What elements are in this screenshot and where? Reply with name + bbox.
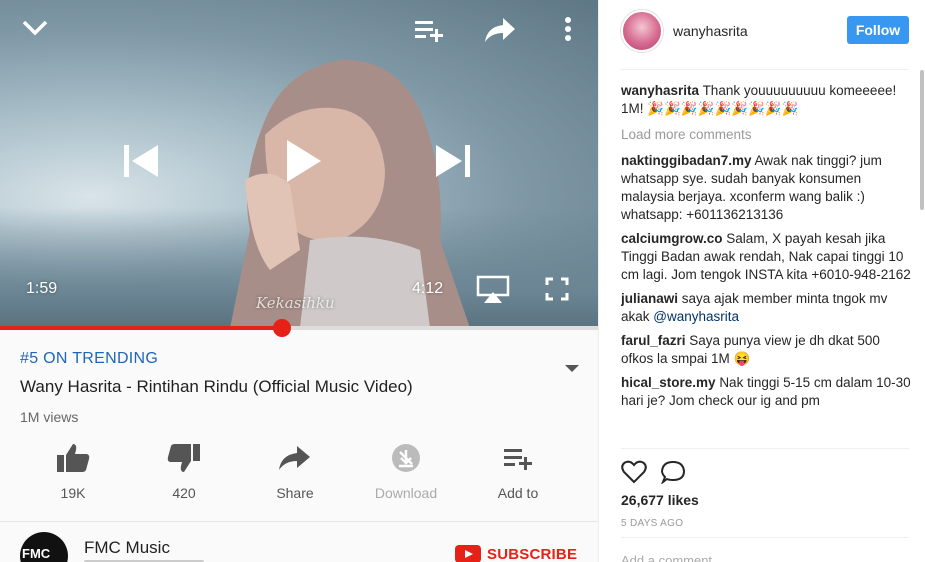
expand-description-icon[interactable] xyxy=(564,361,580,379)
share-icon xyxy=(240,440,350,476)
comment-item: farul_fazri Saya punya view je dh dkat 5… xyxy=(621,332,911,368)
divider xyxy=(621,69,909,70)
add-to-label: Add to xyxy=(497,485,539,501)
add-to-playlist-icon xyxy=(463,440,573,476)
scrollbar[interactable] xyxy=(920,70,924,210)
comment-mention[interactable]: @wanyhasrita xyxy=(653,309,739,324)
likes-count[interactable]: 26,677 likes xyxy=(621,492,699,508)
progress-scrubber[interactable] xyxy=(273,319,292,337)
add-comment-input[interactable]: Add a comment... xyxy=(621,553,723,562)
instagram-panel: wanyhasrita Follow wanyhasrita Thank you… xyxy=(598,0,925,562)
video-watermark: Kekasihku xyxy=(256,294,335,312)
play-icon[interactable] xyxy=(280,135,326,187)
comment-username[interactable]: naktinggibadan7.my xyxy=(621,153,752,168)
divider xyxy=(621,448,909,449)
caption: wanyhasrita Thank youuuuuuuuu komeeeee! … xyxy=(621,82,911,118)
trending-label[interactable]: #5 ON TRENDING xyxy=(20,350,580,368)
heart-icon[interactable] xyxy=(621,460,647,489)
thumbs-down-icon xyxy=(129,440,239,476)
download-icon xyxy=(351,440,461,476)
video-actions: 19K 420 Share Download Add to xyxy=(0,440,598,501)
share-icon[interactable] xyxy=(482,14,518,44)
load-more-comments[interactable]: Load more comments xyxy=(621,126,911,144)
channel-name[interactable]: FMC Music xyxy=(84,538,170,558)
view-count: 1M views xyxy=(20,409,79,425)
comment-username[interactable]: calciumgrow.co xyxy=(621,231,723,246)
download-button[interactable]: Download xyxy=(351,440,461,501)
add-to-button[interactable]: Add to xyxy=(463,440,573,501)
follow-button[interactable]: Follow xyxy=(847,16,909,44)
avatar[interactable] xyxy=(621,10,663,52)
progress-bar[interactable] xyxy=(0,326,598,330)
current-time: 1:59 xyxy=(26,280,58,297)
cast-icon[interactable] xyxy=(476,274,510,304)
divider xyxy=(0,521,598,522)
comment-username[interactable]: hical_store.my xyxy=(621,375,716,390)
comment-icon[interactable] xyxy=(660,460,687,489)
download-label: Download xyxy=(374,485,438,501)
comment-username[interactable]: farul_fazri xyxy=(621,333,686,348)
previous-icon[interactable] xyxy=(118,140,162,182)
chevron-down-icon[interactable] xyxy=(20,14,50,42)
next-icon[interactable] xyxy=(432,140,476,182)
fullscreen-icon[interactable] xyxy=(544,276,570,302)
share-button[interactable]: Share xyxy=(240,440,350,501)
thumbs-up-icon xyxy=(18,440,128,476)
dislike-button[interactable]: 420 xyxy=(129,440,239,501)
video-player[interactable]: 1:59 Kekasihku 4:12 xyxy=(0,0,598,328)
timestamp: 5 DAYS AGO xyxy=(621,518,684,529)
like-count: 19K xyxy=(60,485,86,501)
more-vert-icon[interactable] xyxy=(558,14,578,44)
divider xyxy=(621,537,909,538)
share-label: Share xyxy=(276,485,314,501)
subscribe-button[interactable]: SUBSCRIBE xyxy=(455,545,577,562)
channel-avatar[interactable]: FMC xyxy=(20,532,68,562)
video-title: Wany Hasrita - Rintihan Rindu (Official … xyxy=(20,377,413,396)
youtube-screen: 1:59 Kekasihku 4:12 #5 ON TRENDING Wany … xyxy=(0,0,598,562)
dislike-count: 420 xyxy=(172,485,196,501)
post-username[interactable]: wanyhasrita xyxy=(673,23,748,39)
subscribe-label: SUBSCRIBE xyxy=(487,545,578,562)
comment-item: calciumgrow.co Salam, X payah kesah jika… xyxy=(621,230,911,284)
youtube-logo-icon xyxy=(455,545,481,562)
comment-username[interactable]: julianawi xyxy=(621,291,678,306)
comment-item: julianawi saya ajak member minta tngok m… xyxy=(621,290,911,326)
like-button[interactable]: 19K xyxy=(18,440,128,501)
post-header: wanyhasrita Follow xyxy=(599,0,925,62)
caption-username[interactable]: wanyhasrita xyxy=(621,83,699,98)
add-to-playlist-icon[interactable] xyxy=(412,16,446,44)
progress-fill xyxy=(0,326,283,330)
comments-list[interactable]: wanyhasrita Thank youuuuuuuuu komeeeee! … xyxy=(621,82,911,448)
video-info: #5 ON TRENDING Wany Hasrita - Rintihan R… xyxy=(20,350,580,425)
comment-item: hical_store.my Nak tinggi 5-15 cm dalam … xyxy=(621,374,911,410)
duration: 4:12 xyxy=(412,280,444,297)
comment-item: naktinggibadan7.my Awak nak tinggi? jum … xyxy=(621,152,911,224)
channel-avatar-text: FMC xyxy=(22,546,51,561)
